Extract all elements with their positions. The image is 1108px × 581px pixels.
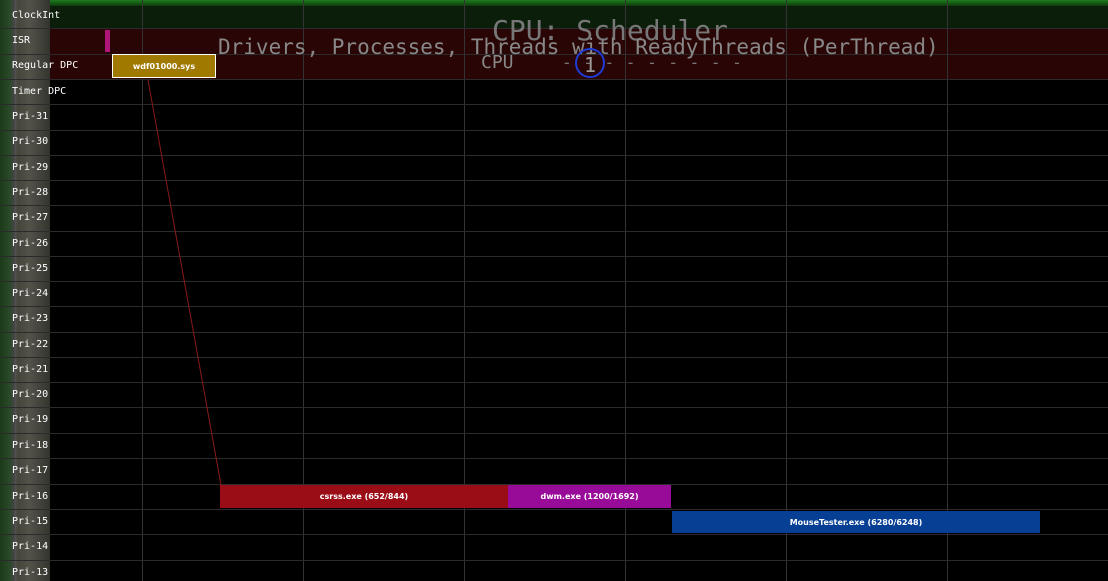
bar-label: wdf01000.sys xyxy=(132,61,196,71)
row-label-isr: ISR xyxy=(12,35,31,46)
bar-dwm[interactable]: dwm.exe (1200/1692) xyxy=(508,485,671,508)
bar-label: dwm.exe (1200/1692) xyxy=(540,492,639,501)
grid-hline xyxy=(0,231,1108,232)
cpu-selector-current[interactable]: 1 xyxy=(575,48,605,78)
grid-hline xyxy=(0,180,1108,181)
grid-hline xyxy=(0,332,1108,333)
grid-hline xyxy=(0,357,1108,358)
row-label-pri-24: Pri-24 xyxy=(12,288,49,299)
grid-hline xyxy=(0,407,1108,408)
row-label-pri-29: Pri-29 xyxy=(12,162,49,173)
row-label-pri-22: Pri-22 xyxy=(12,339,49,350)
grid-hline xyxy=(0,130,1108,131)
bar-label: csrss.exe (652/844) xyxy=(319,492,409,501)
grid-hline xyxy=(0,382,1108,383)
isr-marker[interactable] xyxy=(105,30,110,52)
row-label-pri-13: Pri-13 xyxy=(12,567,49,578)
row-label-pri-26: Pri-26 xyxy=(12,238,49,249)
row-label-pri-28: Pri-28 xyxy=(12,187,49,198)
grid-hline xyxy=(0,458,1108,459)
grid-vline xyxy=(786,0,787,581)
grid-hline xyxy=(0,155,1108,156)
row-label-pri-19: Pri-19 xyxy=(12,414,49,425)
bar-mousetester[interactable]: MouseTester.exe (6280/6248) xyxy=(672,511,1040,533)
grid-vline xyxy=(142,0,143,581)
row-label-pri-14: Pri-14 xyxy=(12,541,49,552)
row-label-pri-25: Pri-25 xyxy=(12,263,49,274)
row-label-pri-17: Pri-17 xyxy=(12,465,49,476)
grid-hline xyxy=(0,509,1108,510)
bar-driver-wdf01000[interactable]: wdf01000.sys xyxy=(112,54,216,78)
grid-hline xyxy=(0,306,1108,307)
grid-hline xyxy=(0,79,1108,80)
grid-hline xyxy=(0,534,1108,535)
row-label-pri-30: Pri-30 xyxy=(12,136,49,147)
grid-hline xyxy=(0,560,1108,561)
row-label-timer-dpc: Timer DPC xyxy=(12,86,67,97)
cpu-label: CPU xyxy=(481,52,514,73)
row-label-pri-18: Pri-18 xyxy=(12,440,49,451)
grid-hline xyxy=(0,205,1108,206)
row-label-clockint: ClockInt xyxy=(12,10,61,21)
grid-vline xyxy=(947,0,948,581)
grid-hline xyxy=(0,433,1108,434)
row-label-pri-21: Pri-21 xyxy=(12,364,49,375)
row-label-pri-27: Pri-27 xyxy=(12,212,49,223)
bar-csrss[interactable]: csrss.exe (652/844) xyxy=(220,485,508,508)
row-label-pri-23: Pri-23 xyxy=(12,313,49,324)
grid-hline xyxy=(0,104,1108,105)
bar-label: MouseTester.exe (6280/6248) xyxy=(789,517,923,527)
row-label-pri-31: Pri-31 xyxy=(12,111,49,122)
grid-hline xyxy=(0,281,1108,282)
row-label-pri-20: Pri-20 xyxy=(12,389,49,400)
row-label-pri-16: Pri-16 xyxy=(12,491,49,502)
row-label-regular-dpc: Regular DPC xyxy=(12,60,79,71)
grid-hline xyxy=(0,256,1108,257)
connector-driver-to-csrss xyxy=(147,79,222,486)
row-label-pri-15: Pri-15 xyxy=(12,516,49,527)
scheduler-view: CPU: Scheduler Drivers, Processes, Threa… xyxy=(0,0,1108,581)
